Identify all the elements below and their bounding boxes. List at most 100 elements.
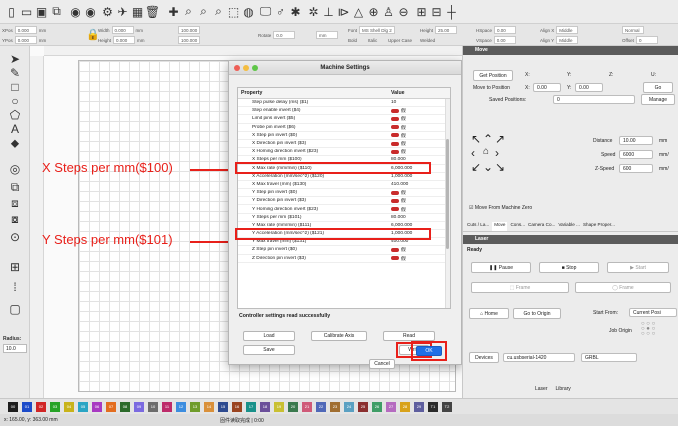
mm-button[interactable]: mm <box>316 31 338 39</box>
open-file-icon[interactable]: ▭ <box>19 4 34 19</box>
polygon-tool-icon[interactable]: ⬠ <box>7 108 23 122</box>
delete-icon[interactable]: 🗑 <box>145 4 160 19</box>
dotted-grid-icon[interactable]: ⁞ <box>7 280 23 294</box>
table-row[interactable]: Y Steps per mm ($101) 80.000 <box>238 214 450 222</box>
mirror-icon[interactable]: ⧐ <box>336 4 351 19</box>
palette-swatch[interactable]: 23 <box>330 402 340 412</box>
camera-icon[interactable]: ◍ <box>241 4 256 19</box>
toggle-switch-icon[interactable] <box>391 125 399 130</box>
setting-value[interactable]: 10 <box>388 100 450 105</box>
array-tool-icon[interactable]: ⊞ <box>7 260 23 274</box>
palette-swatch[interactable]: 21 <box>302 402 312 412</box>
zoom-out-icon[interactable]: ⌕ <box>196 4 211 19</box>
palette-swatch[interactable]: 22 <box>316 402 326 412</box>
calibrate-axis-button[interactable]: Calibrate Axis <box>311 331 367 341</box>
image-icon[interactable]: ▦ <box>130 4 145 19</box>
tab-console[interactable]: Cons... <box>510 222 525 231</box>
boolean-intersect-icon[interactable]: ⧇ <box>7 212 23 226</box>
table-row[interactable]: Z Direction pin invert ($3) 假 <box>238 255 450 263</box>
tab-camera-control[interactable]: Camera Co... <box>528 222 555 231</box>
frame-circle-button[interactable]: ◯ Frame <box>575 282 671 293</box>
font-field[interactable]: Font MS Shell Dlg 2 <box>348 26 395 34</box>
start-from-select[interactable]: Current Posi <box>629 308 677 317</box>
get-position-button[interactable]: Get Position <box>473 70 513 81</box>
tab-shape-properties[interactable]: Shape Proper... <box>583 222 615 231</box>
setting-value[interactable]: 假 <box>388 246 450 253</box>
palette-swatch[interactable]: 15 <box>218 402 228 412</box>
table-icon[interactable]: ⊟ <box>429 4 444 19</box>
crosshair-icon[interactable]: ┼ <box>444 4 459 19</box>
offset-field[interactable]: Offset 0 <box>622 36 658 44</box>
zoom-in-icon[interactable]: ⌕ <box>181 4 196 19</box>
rotate-field[interactable]: Rotate 0.0 <box>258 31 296 39</box>
palette-swatch[interactable]: 26 <box>372 402 382 412</box>
palette-swatch[interactable]: 24 <box>344 402 354 412</box>
distance-input[interactable]: 10.00 <box>619 136 653 145</box>
weld-icon[interactable]: ✲ <box>306 4 321 19</box>
ellipse-tool-icon[interactable]: ○ <box>7 94 23 108</box>
new-file-icon[interactable]: ▯ <box>4 4 19 19</box>
table-row[interactable]: Z Step pin invert ($0) 假 <box>238 246 450 255</box>
move-from-zero-checkbox[interactable]: ☑ Move From Machine Zero <box>469 205 532 211</box>
read-button[interactable]: Read <box>383 331 435 341</box>
bold-checkbox[interactable]: Bold <box>348 36 357 44</box>
palette-swatch[interactable]: 04 <box>64 402 74 412</box>
italic-checkbox[interactable]: Italic <box>368 36 377 44</box>
palette-swatch[interactable]: 29 <box>414 402 424 412</box>
vspace-field[interactable]: VSpace 0.00 <box>476 36 516 44</box>
jog-down-right-icon[interactable]: ↘ <box>495 160 505 174</box>
toggle-switch-icon[interactable] <box>391 116 399 121</box>
xpos-field[interactable]: XPos 0.000 mm <box>2 26 46 34</box>
toggle-switch-icon[interactable] <box>391 133 399 138</box>
toggle-switch-icon[interactable] <box>391 190 399 195</box>
frame-button[interactable]: ⬚ Frame <box>471 282 569 293</box>
palette-swatch[interactable]: 16 <box>232 402 242 412</box>
setting-value[interactable]: 假 <box>388 132 450 139</box>
toggle-switch-icon[interactable] <box>391 108 399 113</box>
jog-right-icon[interactable]: › <box>495 146 499 160</box>
select-tool-icon[interactable]: ➤ <box>7 52 23 66</box>
zoom-fit-icon[interactable]: ⌕ <box>211 4 226 19</box>
setting-value[interactable]: 80.000 <box>388 215 450 220</box>
palette-swatch[interactable]: 14 <box>204 402 214 412</box>
ypos-field[interactable]: YPos 0.000 mm <box>2 36 46 44</box>
height-field[interactable]: Height 0.000 mm <box>98 36 145 44</box>
offset-tool-icon[interactable]: ◎ <box>7 162 23 176</box>
table-row[interactable]: Probe pin invert ($6) 假 <box>238 124 450 132</box>
toggle-switch-icon[interactable] <box>391 247 399 252</box>
setting-value[interactable]: 1,000.000 <box>388 174 450 179</box>
palette-swatch[interactable]: 13 <box>190 402 200 412</box>
table-row[interactable]: X Step pin invert ($0) 假 <box>238 132 450 140</box>
setting-value[interactable]: 假 <box>388 206 450 213</box>
jog-down-icon[interactable]: ⌄ <box>483 160 493 174</box>
jog-up-right-icon[interactable]: ↗ <box>495 132 505 146</box>
text-height-field[interactable]: Height 25.00 <box>420 26 458 34</box>
toggle-switch-icon[interactable] <box>391 141 399 146</box>
rectangle-tool-icon[interactable]: □ <box>7 80 23 94</box>
jog-up-left-icon[interactable]: ↖ <box>471 132 481 146</box>
save-icon[interactable]: ▣ <box>34 4 49 19</box>
move-icon[interactable]: ✚ <box>166 4 181 19</box>
toggle-switch-icon[interactable] <box>391 149 399 154</box>
palette-swatch[interactable]: 09 <box>134 402 144 412</box>
devices-button[interactable]: Devices <box>469 352 499 363</box>
z-speed-input[interactable]: 600 <box>619 164 653 173</box>
minimize-dot-icon[interactable] <box>243 65 249 71</box>
palette-swatch[interactable]: 20 <box>288 402 298 412</box>
cancel-button[interactable]: Cancel <box>369 359 395 369</box>
jog-down-left-icon[interactable]: ↙ <box>471 160 481 174</box>
saved-positions-select[interactable]: 0 <box>553 95 635 104</box>
undo-icon[interactable]: ◉ <box>68 4 83 19</box>
pen-tool-icon[interactable]: ✎ <box>7 66 23 80</box>
palette-swatch[interactable]: 11 <box>162 402 172 412</box>
monitor-icon[interactable]: 🖵 <box>258 4 273 19</box>
tab-laser[interactable]: Laser <box>535 386 548 392</box>
jog-home-icon[interactable]: ⌂ <box>483 146 489 157</box>
job-origin-grid[interactable]: ○ ○ ○ ○ ● ○ ○ ○ ○ <box>641 321 655 337</box>
align-x-select[interactable]: Align X Middle <box>540 26 579 34</box>
palette-swatch[interactable]: 06 <box>92 402 102 412</box>
tab-variable-text[interactable]: Variable ... <box>558 222 580 231</box>
boolean-diff-icon[interactable]: ⧈ <box>7 196 23 210</box>
welded-checkbox[interactable]: Welded <box>420 36 435 44</box>
palette-swatch[interactable]: 28 <box>400 402 410 412</box>
